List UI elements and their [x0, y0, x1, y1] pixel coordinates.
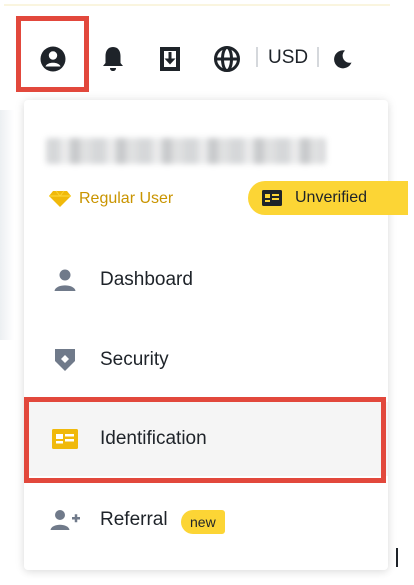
verification-status-badge[interactable]: Unverified: [248, 181, 408, 215]
menu-item-label: Referral: [100, 509, 168, 530]
verification-status-label: Unverified: [295, 189, 368, 206]
download-icon[interactable]: [153, 42, 187, 76]
globe-icon[interactable]: [210, 42, 244, 76]
menu-item-dashboard[interactable]: Dashboard: [24, 243, 388, 317]
menu-item-identification[interactable]: Identification: [24, 402, 388, 476]
add-user-icon: [50, 505, 80, 535]
header-divider: [256, 47, 258, 67]
header-divider: [317, 47, 319, 67]
new-badge: new: [181, 510, 225, 534]
account-dropdown: Regular User Unverified Dashboard Securi…: [24, 100, 408, 570]
user-level-badge: Regular User: [48, 190, 173, 208]
user-icon: [50, 265, 80, 295]
account-email-blurred: [46, 138, 326, 164]
background-edge: [0, 110, 14, 340]
moon-icon[interactable]: [326, 42, 360, 76]
menu-item-label: Identification: [100, 428, 207, 449]
id-card-icon: [262, 190, 282, 206]
page: USD Regular User Unverified Dashboard Se…: [0, 0, 414, 585]
id-card-icon: [50, 424, 80, 454]
currency-selector[interactable]: USD: [268, 47, 308, 69]
top-accent-line: [4, 4, 390, 6]
menu-item-label: Dashboard: [100, 269, 193, 290]
menu-item-security[interactable]: Security: [24, 323, 388, 397]
shield-icon: [50, 345, 80, 375]
user-circle-icon[interactable]: [36, 42, 70, 76]
menu-item-label: Security: [100, 349, 169, 370]
text-cursor: [396, 548, 398, 567]
bell-icon[interactable]: [96, 42, 130, 76]
diamond-icon: [49, 190, 71, 207]
user-level-label: Regular User: [79, 190, 174, 207]
